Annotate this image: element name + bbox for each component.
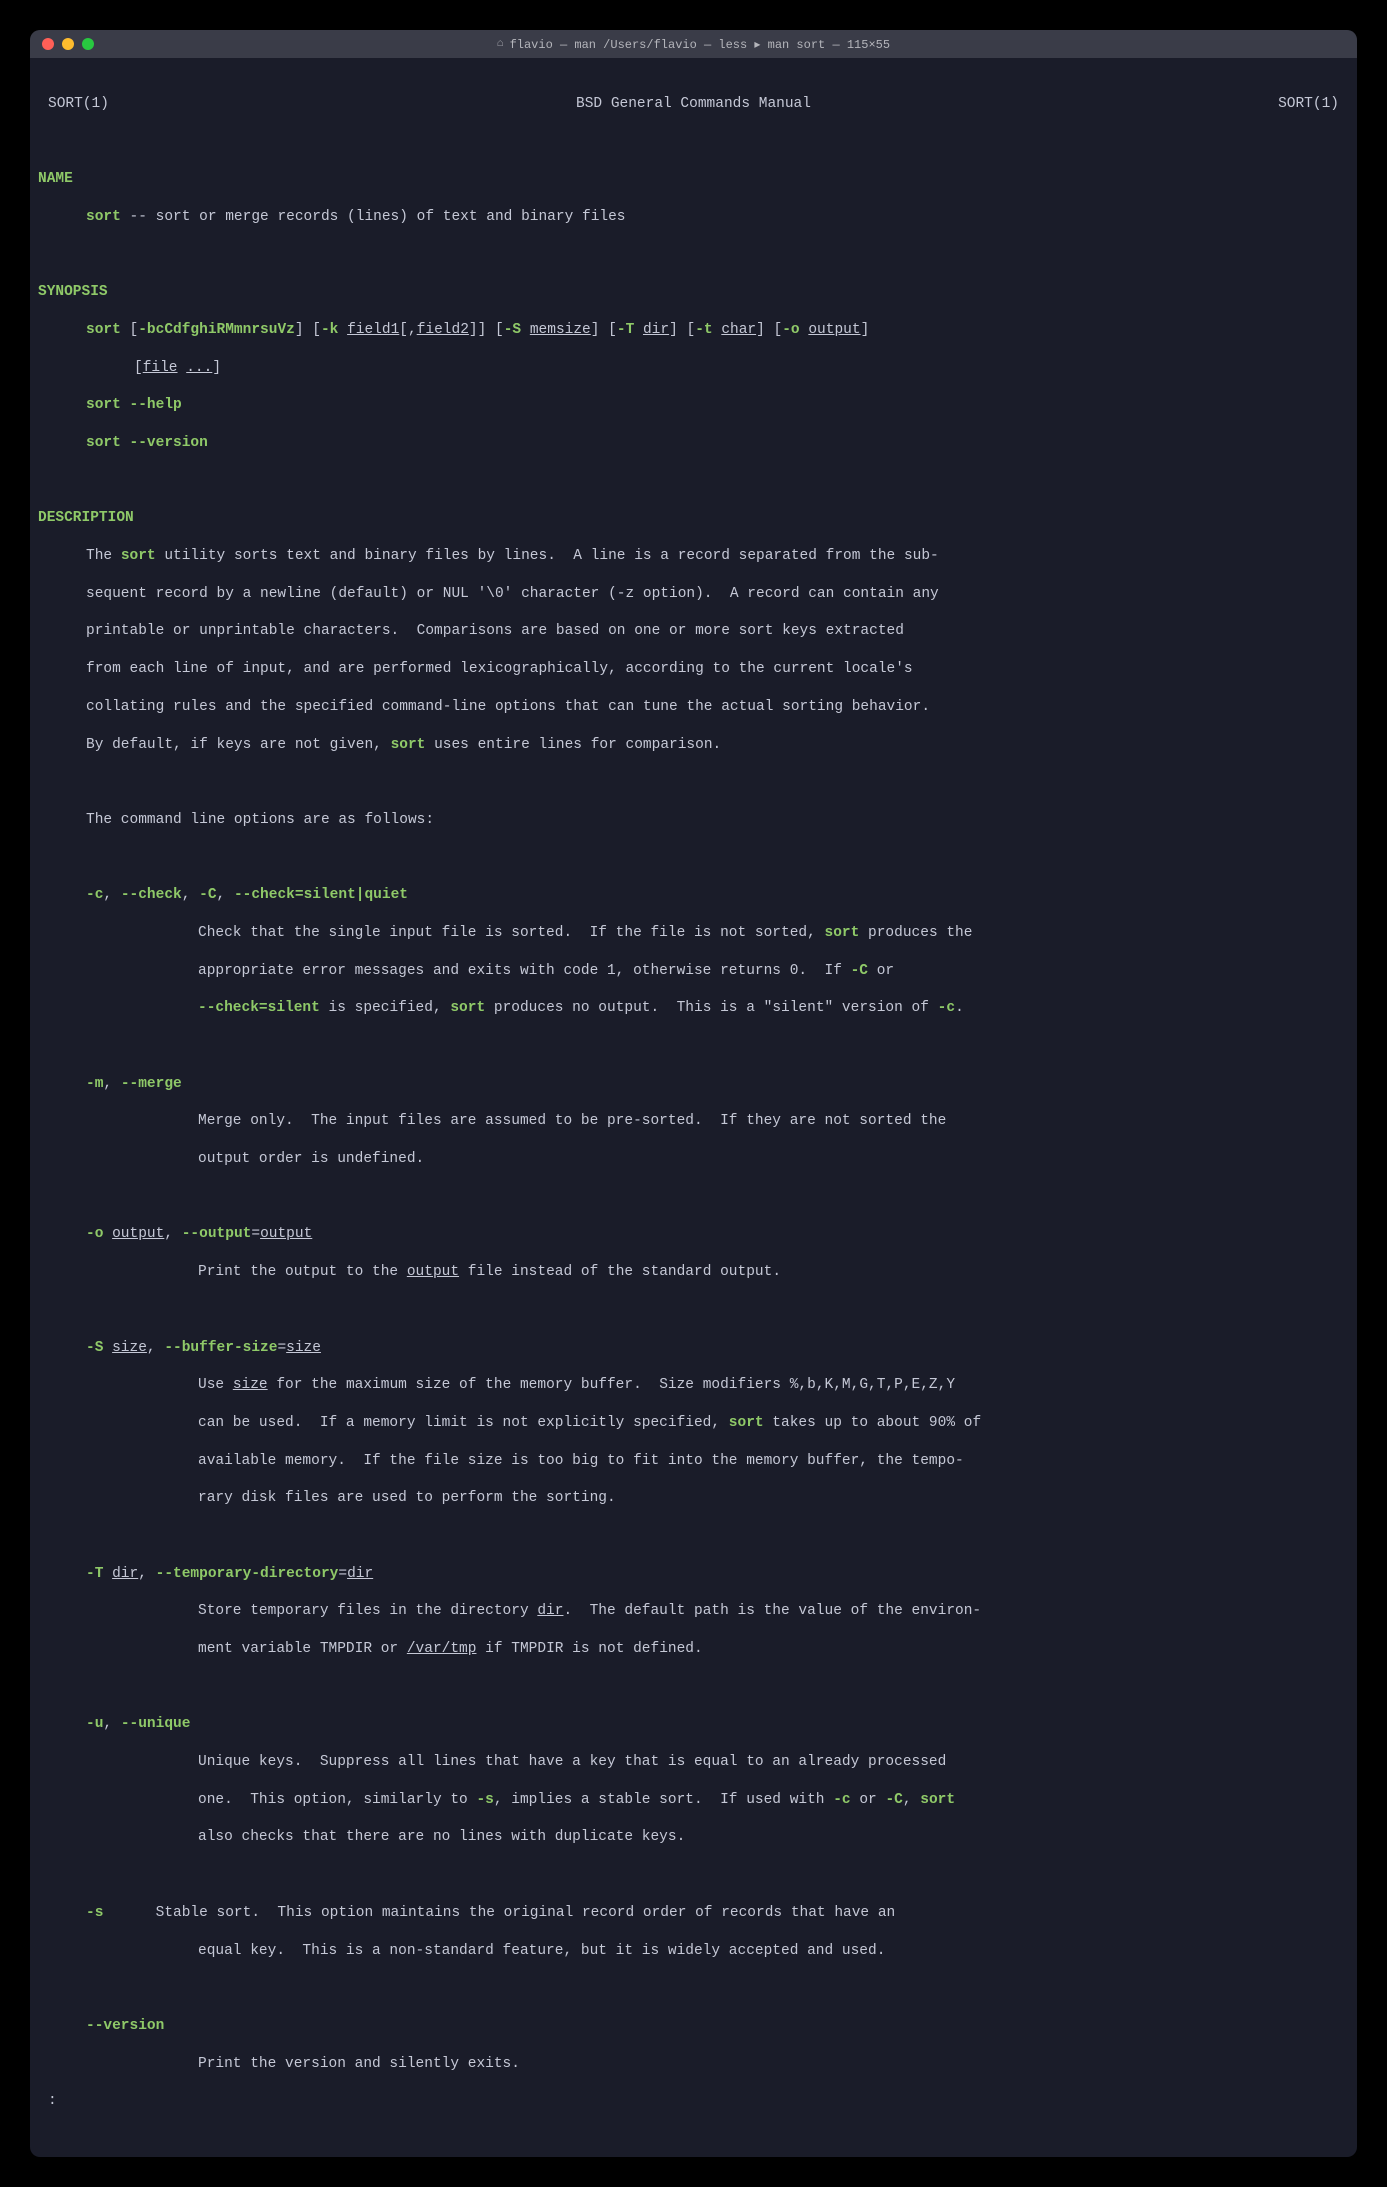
title-bar: ⌂ flavio — man /Users/flavio — less ▸ ma… — [30, 30, 1357, 58]
header-right: SORT(1) — [1278, 95, 1339, 114]
terminal-window: ⌂ flavio — man /Users/flavio — less ▸ ma… — [30, 30, 1357, 2157]
name-cmd: sort — [86, 209, 121, 225]
opt-version-flag: --version — [86, 2018, 164, 2034]
syn-cmd3: sort — [86, 435, 121, 451]
man-header: SORT(1)BSD General Commands ManualSORT(1… — [38, 95, 1349, 114]
syn-cmd1: sort — [86, 322, 121, 338]
opt-o-flag: -o — [86, 1226, 103, 1242]
window-title-text: flavio — man /Users/flavio — less ▸ man … — [510, 37, 890, 52]
window-title: ⌂ flavio — man /Users/flavio — less ▸ ma… — [497, 37, 890, 52]
less-prompt[interactable]: : — [48, 2093, 57, 2109]
header-left: SORT(1) — [48, 95, 109, 114]
header-center: BSD General Commands Manual — [109, 95, 1278, 114]
opt-u-flag: -u — [86, 1716, 103, 1732]
syn-cmd2: sort — [86, 397, 121, 413]
home-icon: ⌂ — [497, 38, 504, 50]
minimize-button[interactable] — [62, 38, 74, 50]
opt-m-flag: -m — [86, 1076, 103, 1092]
opt-c-flag: -c — [86, 887, 103, 903]
maximize-button[interactable] — [82, 38, 94, 50]
opt-T-flag: -T — [86, 1566, 103, 1582]
close-button[interactable] — [42, 38, 54, 50]
traffic-lights — [42, 38, 94, 50]
opt-S-flag: -S — [86, 1340, 103, 1356]
terminal-content[interactable]: SORT(1)BSD General Commands ManualSORT(1… — [30, 58, 1357, 2157]
section-description-heading: DESCRIPTION — [38, 510, 134, 526]
name-desc: -- sort or merge records (lines) of text… — [121, 209, 626, 225]
options-intro: The command line options are as follows: — [86, 812, 434, 828]
section-synopsis-heading: SYNOPSIS — [38, 284, 108, 300]
section-name-heading: NAME — [38, 171, 73, 187]
opt-s-flag: -s — [86, 1905, 103, 1921]
